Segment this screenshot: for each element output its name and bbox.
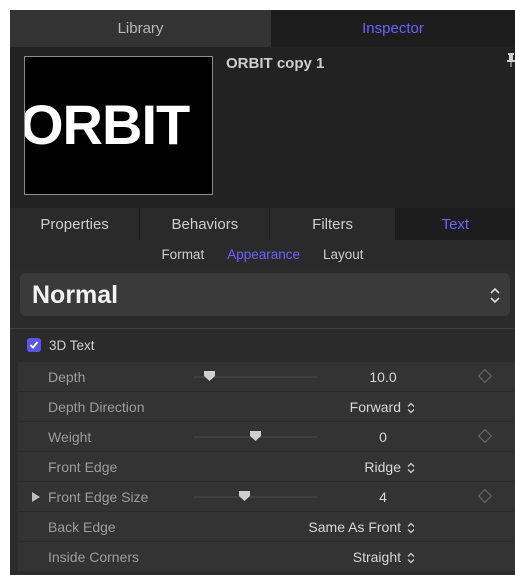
param-row-depth-direction: Depth Direction Forward xyxy=(18,392,515,422)
inspector-window: Library Inspector ORBIT ORBIT copy 1 Pro… xyxy=(10,10,515,575)
keyframe-diamond-icon[interactable] xyxy=(477,368,493,384)
section-label: 3D Text xyxy=(49,338,95,353)
thumbnail-logo-text: ORBIT xyxy=(24,93,190,156)
checkmark-icon xyxy=(29,341,39,349)
param-row-front-edge: Front Edge Ridge xyxy=(18,452,515,482)
chevron-up-down-icon xyxy=(407,522,415,534)
param-label: Weight xyxy=(48,429,92,445)
slider-knob[interactable] xyxy=(238,491,250,501)
chevron-up-down-icon xyxy=(407,402,415,414)
front-edge-popup[interactable]: Ridge xyxy=(364,459,415,475)
front-edge-size-slider[interactable] xyxy=(194,491,317,501)
param-label: Front Edge Size xyxy=(48,489,149,505)
param-label: Inside Corners xyxy=(48,549,140,565)
depth-direction-popup[interactable]: Forward xyxy=(350,399,415,415)
keyframe-diamond-icon[interactable] xyxy=(477,488,493,504)
param-row-inside-corners: Inside Corners Straight xyxy=(18,542,515,572)
param-row-weight: Weight 0 xyxy=(18,422,515,452)
pin-icon[interactable] xyxy=(507,53,515,67)
section-3d-text: 3D Text xyxy=(10,334,515,358)
back-edge-popup[interactable]: Same As Front xyxy=(308,519,415,535)
param-label: Back Edge xyxy=(48,519,116,535)
param-row-front-edge-size: Front Edge Size 4 xyxy=(18,482,515,512)
popup-value: Ridge xyxy=(364,459,401,475)
popup-value: Forward xyxy=(349,399,401,415)
pane-appearance[interactable]: Appearance xyxy=(227,247,300,262)
slider-knob[interactable] xyxy=(250,431,261,441)
depth-slider[interactable] xyxy=(194,371,317,381)
param-row-depth: Depth 10.0 xyxy=(18,362,515,392)
preview-area: ORBIT ORBIT copy 1 xyxy=(10,47,515,215)
tab-filters[interactable]: Filters xyxy=(270,208,396,240)
param-label: Depth xyxy=(48,369,86,385)
keyframe-diamond-icon[interactable] xyxy=(477,428,493,444)
tab-inspector[interactable]: Inspector xyxy=(271,10,515,47)
chevron-up-down-icon xyxy=(407,552,415,564)
depth-value[interactable]: 10.0 xyxy=(358,369,408,385)
param-label: Depth Direction xyxy=(48,399,145,415)
weight-value[interactable]: 0 xyxy=(358,429,408,445)
slider-knob[interactable] xyxy=(204,371,216,381)
tab-library[interactable]: Library xyxy=(10,10,271,47)
chevron-up-down-icon xyxy=(490,287,500,304)
style-preset-popup[interactable]: Normal xyxy=(20,273,510,316)
chevron-up-down-icon xyxy=(407,462,415,474)
disclosure-triangle-icon[interactable] xyxy=(32,492,40,502)
param-row-back-edge: Back Edge Same As Front xyxy=(18,512,515,542)
front-edge-size-value[interactable]: 4 xyxy=(358,489,408,505)
tab-properties[interactable]: Properties xyxy=(10,208,141,240)
pane-layout[interactable]: Layout xyxy=(323,247,364,262)
popup-value: Straight xyxy=(352,549,401,565)
preset-value: Normal xyxy=(32,281,119,309)
text-pane-selector: Format Appearance Layout xyxy=(10,240,515,269)
tab-behaviors[interactable]: Behaviors xyxy=(140,208,271,240)
pane-format[interactable]: Format xyxy=(161,247,204,262)
tab-text[interactable]: Text xyxy=(395,208,515,240)
inspector-tab-bar: Properties Behaviors Filters Text xyxy=(10,208,515,240)
inside-corners-popup[interactable]: Straight xyxy=(353,549,415,565)
3d-text-checkbox[interactable] xyxy=(27,338,41,352)
popup-value: Same As Front xyxy=(308,519,401,535)
section-divider xyxy=(10,328,515,329)
weight-slider[interactable] xyxy=(194,431,317,441)
param-label: Front Edge xyxy=(48,459,118,475)
top-tab-bar: Library Inspector xyxy=(10,10,515,47)
object-title: ORBIT copy 1 xyxy=(226,55,325,72)
preview-thumbnail: ORBIT xyxy=(24,56,213,195)
